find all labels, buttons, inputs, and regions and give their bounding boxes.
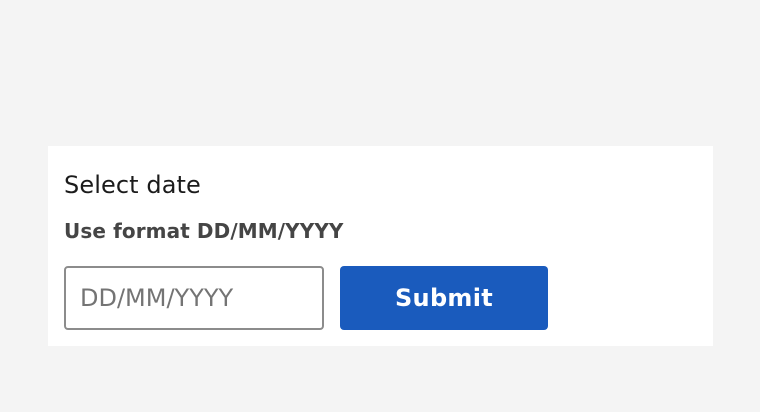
date-input[interactable] xyxy=(64,266,324,330)
date-form-card: Select date Use format DD/MM/YYYY Submit xyxy=(48,146,713,346)
date-field-label: Select date xyxy=(64,171,201,199)
date-format-hint: Use format DD/MM/YYYY xyxy=(64,219,344,243)
submit-button[interactable]: Submit xyxy=(340,266,548,330)
